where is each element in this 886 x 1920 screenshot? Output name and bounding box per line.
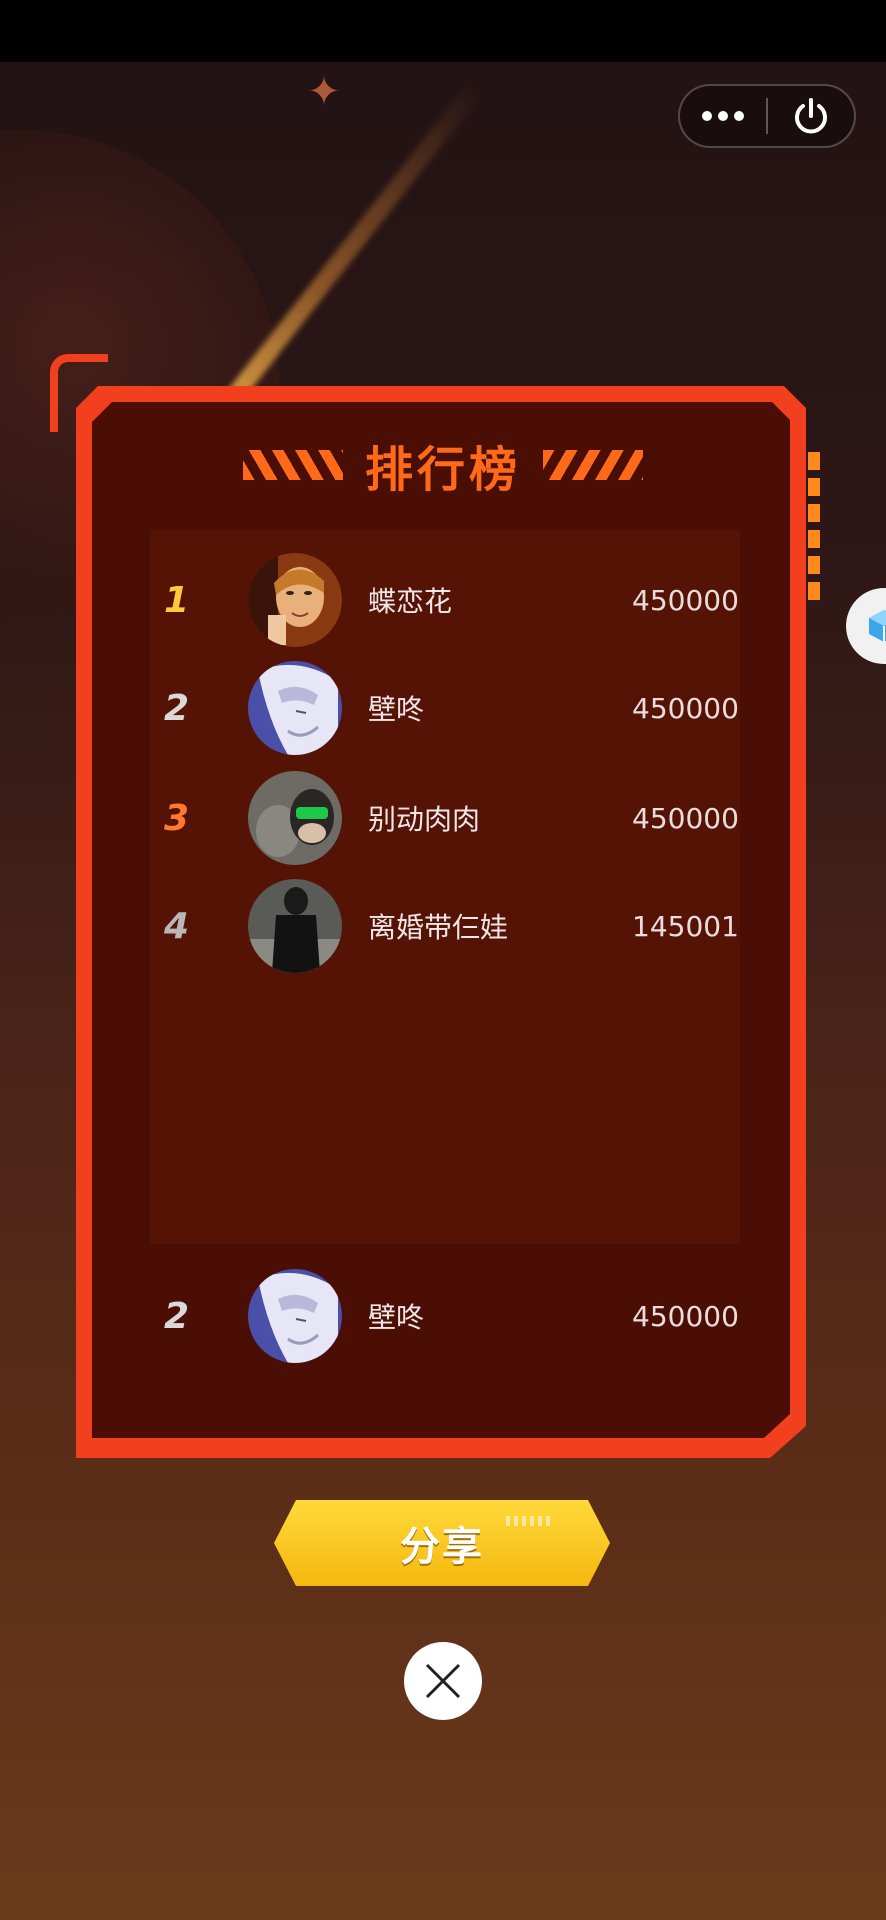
capsule-menu	[678, 84, 856, 148]
rank-number: 1	[164, 579, 190, 621]
avatar	[248, 553, 342, 647]
cube-icon	[869, 610, 886, 642]
rank-number: 4	[164, 905, 190, 947]
rank-number: 2	[164, 687, 190, 729]
status-bar	[0, 0, 886, 62]
rank-number: 2	[164, 1295, 190, 1337]
panel-title: 排行榜	[364, 442, 521, 498]
panel-title-bar: 排行榜	[230, 430, 656, 500]
avatar	[248, 1269, 342, 1363]
player-name: 壁咚	[368, 693, 425, 726]
sparkle-icon: ✦	[307, 69, 341, 115]
player-score: 450000	[632, 1299, 739, 1333]
exit-button[interactable]	[768, 86, 854, 146]
leaderboard-row: 4 离婚带仨娃 145001	[150, 876, 740, 976]
player-score: 450000	[632, 691, 739, 725]
panel-side-ticks	[808, 452, 820, 602]
title-stripes-left	[242, 450, 343, 480]
player-name: 离婚带仨娃	[368, 911, 509, 944]
leaderboard-row: 1 蝶恋花 450000	[150, 550, 740, 650]
light-streak	[211, 80, 485, 423]
leaderboard-row: 2 壁咚 450000	[150, 658, 740, 758]
player-score: 450000	[632, 801, 739, 835]
rank-number: 3	[164, 797, 190, 839]
player-name: 壁咚	[368, 1301, 425, 1334]
more-dots-icon	[702, 111, 744, 121]
avatar	[248, 771, 342, 865]
power-icon	[795, 98, 827, 134]
player-name: 别动肉肉	[368, 803, 481, 836]
player-score: 450000	[632, 583, 739, 617]
share-button[interactable]: 分享	[274, 1500, 610, 1586]
more-button[interactable]	[680, 86, 766, 146]
close-button[interactable]	[404, 1642, 482, 1720]
leaderboard-screen: ✦ 排行榜 1 蝶恋花 450000 2 壁咚 450000 3 别动肉肉 45…	[0, 0, 886, 1920]
share-stripes	[506, 1516, 550, 1526]
avatar	[248, 661, 342, 755]
avatar	[248, 879, 342, 973]
close-icon	[425, 1663, 461, 1699]
title-stripes-right	[543, 450, 643, 480]
player-name: 蝶恋花	[368, 585, 453, 618]
self-rank-row: 2 壁咚 450000	[150, 1266, 740, 1366]
player-score: 145001	[632, 909, 739, 943]
floating-widget[interactable]	[846, 588, 886, 664]
leaderboard-row: 3 别动肉肉 450000	[150, 768, 740, 868]
share-label: 分享	[400, 1524, 484, 1570]
